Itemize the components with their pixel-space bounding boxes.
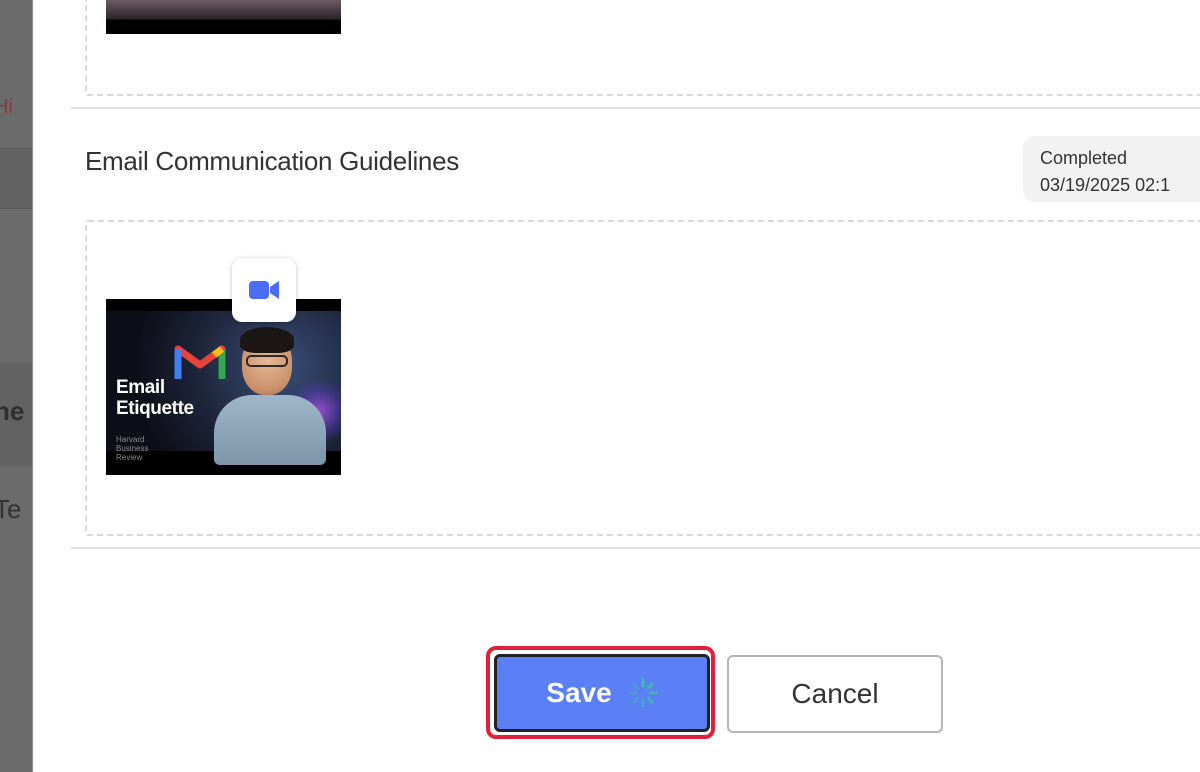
background-divider bbox=[0, 208, 32, 209]
loading-spinner-icon bbox=[628, 678, 658, 708]
presenter-body bbox=[214, 395, 326, 465]
background-text-fragment: Te bbox=[0, 494, 22, 524]
status-label: Completed bbox=[1040, 148, 1128, 168]
background-block bbox=[0, 150, 32, 208]
thumbnail-scene: Email Etiquette Harvard Business Review bbox=[106, 311, 341, 465]
previous-video-thumbnail[interactable] bbox=[106, 0, 341, 34]
background-text-fragment: Hi bbox=[0, 96, 13, 118]
thumbnail-brand-line: Review bbox=[116, 453, 143, 462]
thumbnail-title-line: Email bbox=[116, 377, 165, 398]
background-divider bbox=[0, 148, 32, 149]
thumbnail-title: Email Etiquette bbox=[116, 377, 194, 419]
lesson-title: Email Communication Guidelines bbox=[85, 146, 459, 176]
gmail-logo-icon bbox=[174, 345, 226, 379]
presenter-hair bbox=[240, 327, 294, 353]
section-divider bbox=[71, 107, 1200, 109]
cancel-button[interactable]: Cancel bbox=[727, 655, 943, 733]
background-page: Hi ne Te bbox=[0, 0, 32, 772]
thumbnail-title-line: Etiquette bbox=[116, 398, 194, 419]
thumbnail-brand-line: Business bbox=[116, 444, 149, 453]
thumbnail-brand: Harvard Business Review bbox=[116, 435, 148, 462]
section-divider bbox=[71, 547, 1200, 549]
edit-modal: Email Communication Guidelines Completed… bbox=[32, 0, 1200, 772]
video-thumbnail[interactable]: Email Etiquette Harvard Business Review bbox=[106, 299, 341, 475]
save-button[interactable]: Save bbox=[494, 654, 710, 732]
status-badge: Completed 03/19/2025 02:1 bbox=[1023, 136, 1200, 202]
thumbnail-brand-line: Harvard bbox=[116, 435, 145, 444]
save-button-label: Save bbox=[546, 677, 612, 708]
background-text-fragment: ne bbox=[0, 396, 25, 426]
video-type-badge bbox=[232, 258, 296, 322]
presenter-glasses bbox=[246, 355, 288, 367]
status-date: 03/19/2025 02:1 bbox=[1040, 175, 1171, 195]
video-camera-icon bbox=[249, 281, 279, 299]
